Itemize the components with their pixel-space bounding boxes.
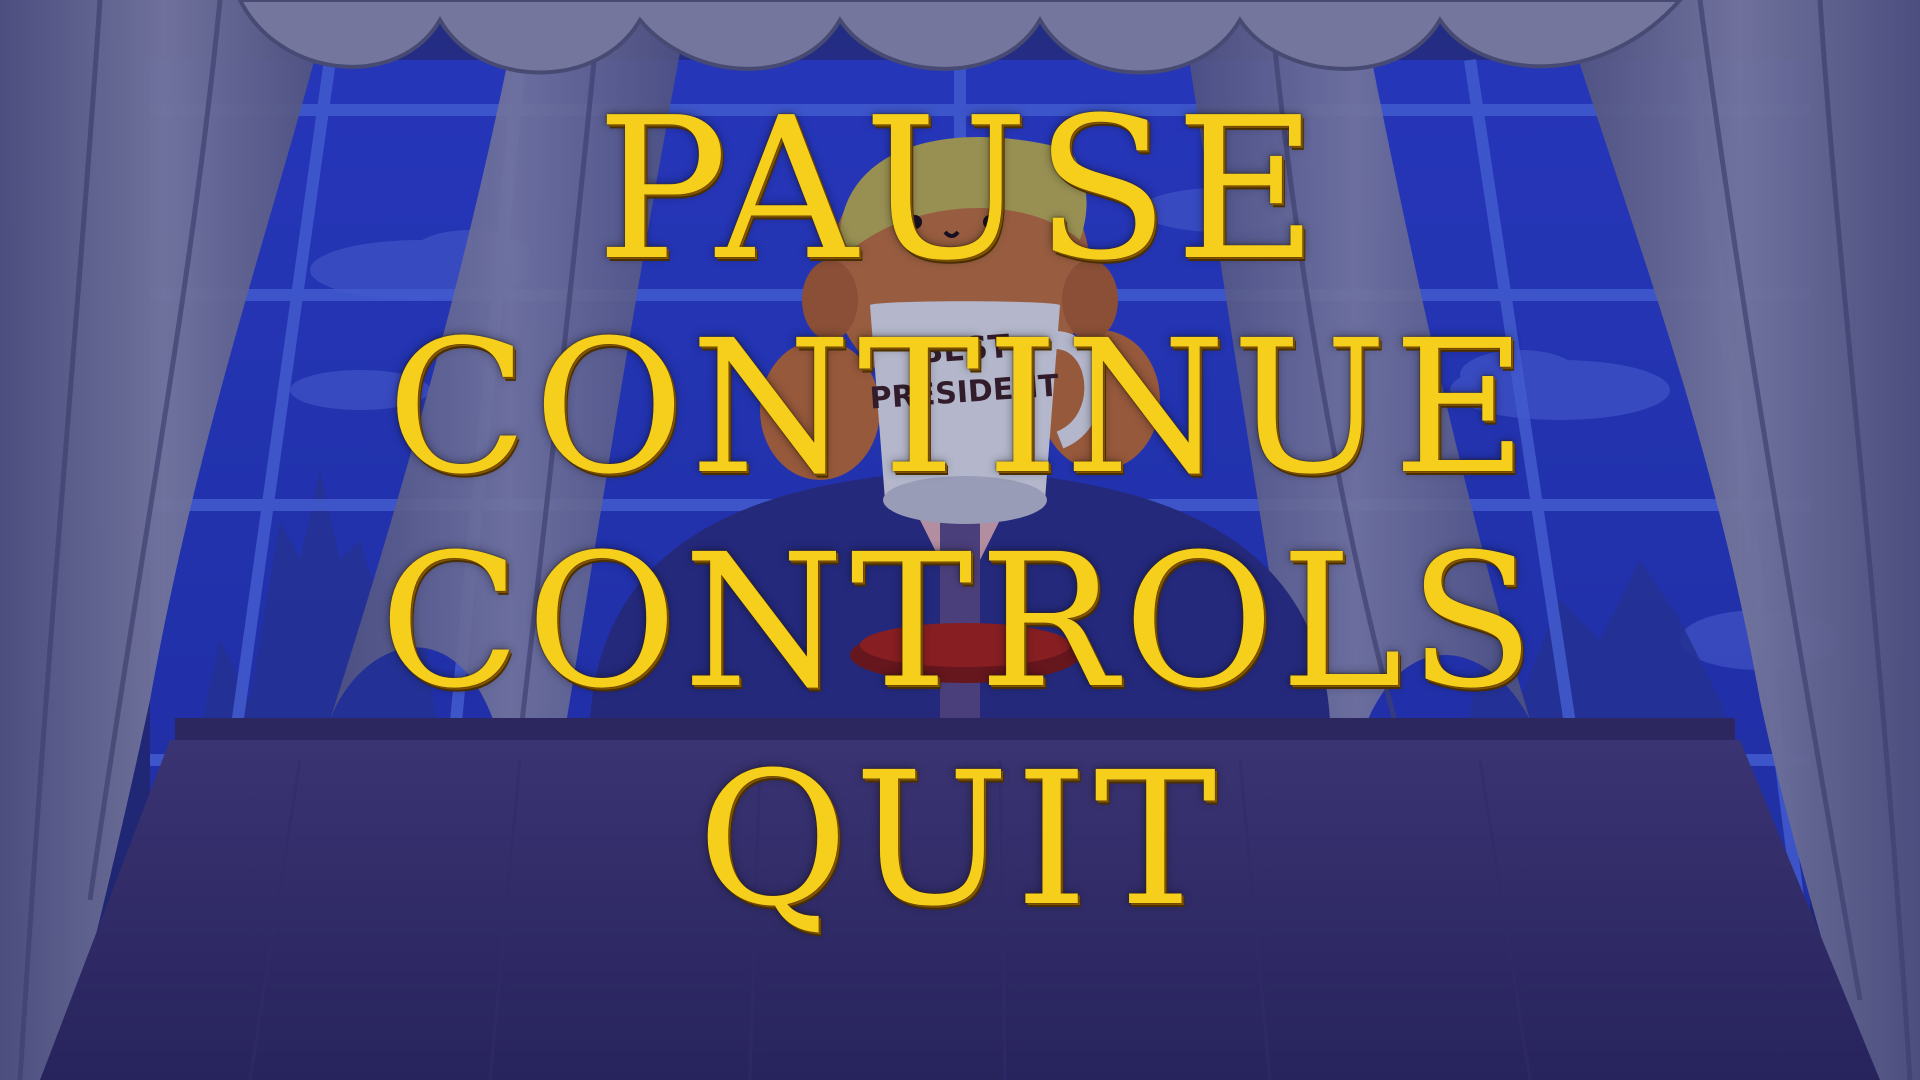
controls-button[interactable]: CONTROLS [0, 530, 1920, 714]
quit-button[interactable]: QUIT [0, 748, 1920, 932]
continue-button[interactable]: CONTINUE [0, 316, 1920, 500]
